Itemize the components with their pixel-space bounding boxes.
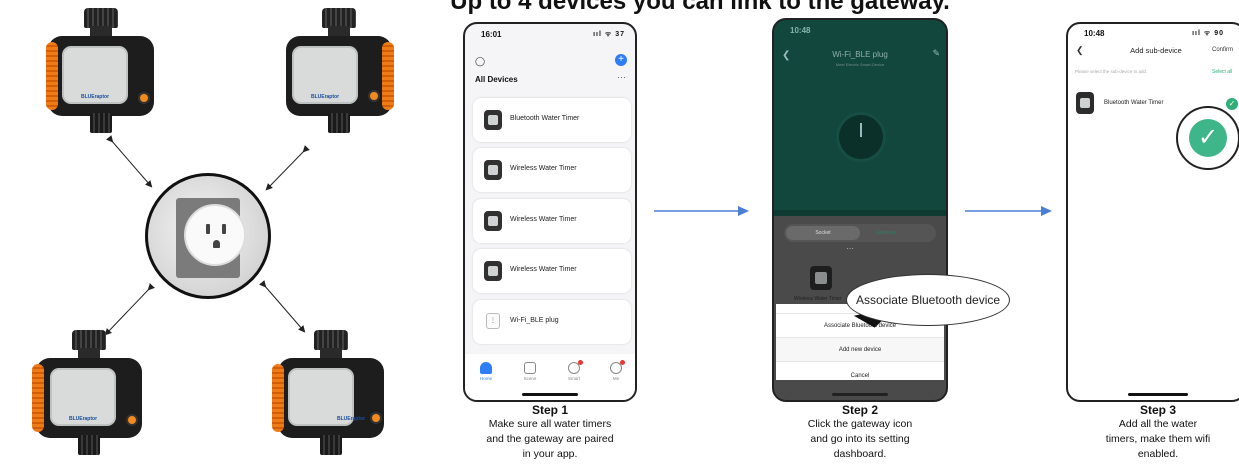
step-title: Step 3 bbox=[1139, 403, 1176, 417]
step-title: Step 1 bbox=[531, 403, 568, 417]
water-timer-bottom-left: BLUEraptor bbox=[30, 330, 148, 455]
step-line: and the gateway are paired bbox=[486, 433, 614, 445]
tab-gateway[interactable]: Gateway bbox=[856, 226, 916, 240]
edit-icon[interactable]: ✎ bbox=[932, 48, 940, 59]
page-heading: Up to 4 devices you can link to the gate… bbox=[450, 0, 950, 15]
notification-dot bbox=[620, 360, 625, 365]
timer-brand: BLUEraptor bbox=[310, 94, 340, 100]
home-indicator bbox=[1128, 393, 1188, 396]
status-signal: ııl ᯤ 90 bbox=[1192, 30, 1224, 37]
select-hint: Please select the sub-device to add. bbox=[1075, 69, 1148, 74]
phone-step-2: 10:48 ❮ Wi-Fi_BLE plug Meet Electric Sma… bbox=[772, 18, 948, 402]
water-timer-icon bbox=[484, 261, 502, 281]
tab-label: Smart bbox=[567, 376, 580, 381]
tab-label: Scene bbox=[523, 376, 537, 381]
all-devices-title: All Devices bbox=[475, 75, 518, 84]
arrow-step-1-to-2 bbox=[654, 206, 749, 216]
water-timer-icon bbox=[484, 211, 502, 231]
water-timer-icon bbox=[484, 160, 502, 180]
device-name: Wireless Water Timer bbox=[510, 266, 577, 273]
step-2-caption: Step 2 Click the gateway icon and go int… bbox=[778, 404, 942, 462]
more-icon[interactable]: ··· bbox=[617, 72, 626, 82]
phone-step-1: 16:01 ııl ᯤ 37 ◯ + All Devices ··· Bluet… bbox=[463, 22, 637, 402]
device-card[interactable]: Bluetooth Water Timer bbox=[473, 98, 631, 142]
arrow-step-2-to-3 bbox=[965, 206, 1052, 216]
device-card[interactable]: Wireless Water Timer bbox=[473, 199, 631, 243]
smart-plug-gateway bbox=[145, 173, 271, 299]
status-time: 10:48 bbox=[1084, 29, 1105, 38]
select-all-button[interactable]: Select all bbox=[1212, 69, 1232, 75]
phone-step-3: 10:48 ııl ᯤ 90 ❮ Add sub-device Confirm … bbox=[1066, 22, 1239, 402]
step-line: enabled. bbox=[1137, 448, 1179, 460]
step-line: Add all the water bbox=[1118, 418, 1198, 430]
status-time: 16:01 bbox=[481, 30, 502, 39]
step-3-caption: Step 3 Add all the water timers, make th… bbox=[1080, 404, 1236, 462]
device-name: Wireless Water Timer bbox=[510, 165, 577, 172]
action-cancel[interactable]: Cancel bbox=[776, 364, 944, 388]
home-indicator bbox=[522, 393, 578, 396]
device-name: Wireless Water Timer bbox=[510, 216, 577, 223]
confirm-button[interactable]: Confirm bbox=[1212, 47, 1233, 53]
device-name: Bluetooth Water Timer bbox=[510, 115, 580, 122]
sub-device-name[interactable]: Bluetooth Water Timer bbox=[1104, 100, 1163, 106]
status-bar: 10:48 bbox=[774, 26, 946, 38]
water-timer-top-left: BLUEraptor bbox=[42, 8, 160, 133]
check-icon[interactable]: ✓ bbox=[1226, 98, 1238, 110]
home-icon bbox=[480, 362, 492, 374]
user-icon[interactable]: ◯ bbox=[475, 56, 485, 66]
notification-dot bbox=[578, 360, 583, 365]
more-icon[interactable]: ··· bbox=[846, 244, 854, 253]
segmented-control: Socket Gateway bbox=[784, 224, 936, 242]
water-timer-icon bbox=[484, 110, 502, 130]
timer-brand: BLUEraptor bbox=[336, 416, 366, 422]
step-title: Step 2 bbox=[841, 403, 878, 417]
tab-scene[interactable]: Scene bbox=[515, 362, 545, 381]
power-dial[interactable] bbox=[839, 115, 883, 159]
device-card[interactable]: Wireless Water Timer bbox=[473, 249, 631, 293]
device-name: Wi-Fi_BLE plug bbox=[510, 317, 559, 324]
tab-label: Home bbox=[479, 376, 492, 381]
tab-bar: Home Scene Smart Me bbox=[465, 354, 635, 400]
step-line: Click the gateway icon bbox=[807, 418, 913, 430]
water-timer-bottom-right: BLUEraptor bbox=[272, 330, 390, 455]
status-bar: 16:01 ııl ᯤ 37 bbox=[465, 30, 635, 42]
step-line: and go into its setting bbox=[810, 433, 910, 445]
step-line: Make sure all water timers bbox=[488, 418, 612, 430]
tab-socket[interactable]: Socket bbox=[786, 226, 860, 240]
plug-icon: ⋮ bbox=[486, 313, 500, 329]
status-time: 10:48 bbox=[790, 26, 811, 35]
action-add-new-device[interactable]: Add new device bbox=[776, 338, 944, 362]
device-subtitle: Meet Electric Smart-Device bbox=[835, 62, 885, 67]
device-card[interactable]: ⋮ Wi-Fi_BLE plug bbox=[473, 300, 631, 344]
plus-icon[interactable]: + bbox=[615, 54, 627, 66]
home-indicator bbox=[832, 393, 888, 396]
check-icon: ✓ bbox=[1189, 119, 1227, 157]
callout-bubble: Associate Bluetooth device bbox=[846, 274, 1010, 326]
scene-icon bbox=[524, 362, 536, 374]
step-1-caption: Step 1 Make sure all water timers and th… bbox=[468, 404, 632, 462]
tab-label: Me bbox=[612, 376, 620, 381]
timer-brand: BLUEraptor bbox=[68, 416, 98, 422]
status-bar: 10:48 ııl ᯤ 90 bbox=[1068, 29, 1239, 41]
tab-me[interactable]: Me bbox=[601, 360, 631, 381]
tab-smart[interactable]: Smart bbox=[559, 360, 589, 381]
timer-brand: BLUEraptor bbox=[80, 94, 110, 100]
check-zoom-callout: ✓ bbox=[1176, 106, 1239, 170]
water-timer-top-right: BLUEraptor bbox=[280, 8, 398, 133]
water-timer-icon bbox=[1076, 92, 1094, 114]
step-line: dashboard. bbox=[833, 448, 887, 460]
water-timer-icon[interactable] bbox=[810, 266, 832, 290]
step-line: in your app. bbox=[522, 448, 578, 460]
tab-home[interactable]: Home bbox=[471, 362, 501, 381]
plug-dashboard: 10:48 ❮ Wi-Fi_BLE plug Meet Electric Sma… bbox=[774, 20, 946, 210]
step-line: timers, make them wifi bbox=[1105, 433, 1211, 445]
status-signal: ııl ᯤ 37 bbox=[593, 31, 625, 38]
device-card[interactable]: Wireless Water Timer bbox=[473, 148, 631, 192]
device-title: Wi-Fi_BLE plug bbox=[832, 50, 888, 59]
